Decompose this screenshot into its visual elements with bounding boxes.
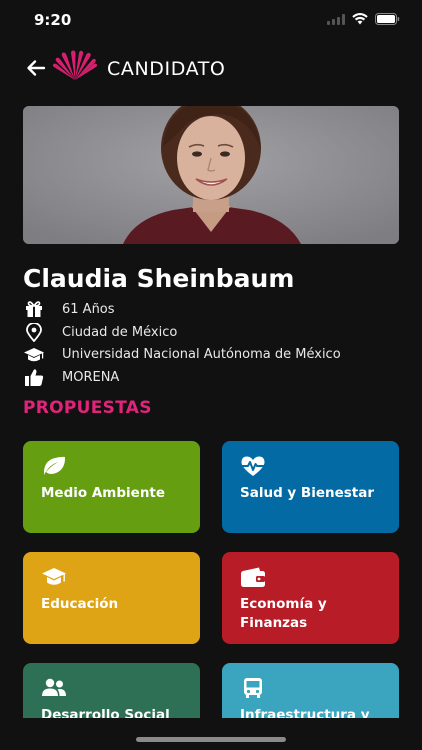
page-title: CANDIDATO (107, 58, 226, 80)
heartbeat-icon (241, 456, 265, 476)
proposal-card-economia[interactable]: Economía y Finanzas (222, 552, 399, 644)
shell-logo (52, 50, 98, 80)
thumbs-up-icon (23, 367, 45, 387)
info-text-education: Universidad Nacional Autónoma de México (62, 347, 341, 363)
users-icon (42, 678, 66, 696)
info-text-age: 61 Años (62, 301, 115, 317)
info-text-location: Ciudad de México (62, 324, 178, 340)
info-row-party: MORENA (23, 366, 403, 389)
leaf-icon (43, 456, 66, 475)
proposal-card-medio-ambiente[interactable]: Medio Ambiente (23, 441, 200, 533)
candidate-photo (23, 106, 399, 244)
info-row-age: 61 Años (23, 298, 403, 321)
header: CANDIDATO (0, 46, 422, 90)
cellular-signal-icon (327, 13, 345, 25)
proposal-label: Medio Ambiente (41, 485, 166, 501)
proposal-label: Educación (41, 596, 119, 612)
bottom-safe-area (0, 718, 422, 750)
graduation-cap-icon (23, 345, 45, 365)
info-row-education: Universidad Nacional Autónoma de México (23, 343, 403, 366)
info-row-location: Ciudad de México (23, 321, 403, 344)
proposals-title: PROPUESTAS (23, 398, 152, 418)
proposal-label: Economía y Finanzas (240, 596, 327, 631)
home-indicator[interactable] (136, 737, 286, 742)
location-pin-icon (23, 322, 45, 342)
info-text-party: MORENA (62, 369, 120, 385)
proposal-label: Salud y Bienestar (240, 485, 375, 501)
wallet-icon (241, 567, 265, 587)
candidate-name: Claudia Sheinbaum (23, 264, 295, 293)
proposal-card-educacion[interactable]: Educación (23, 552, 200, 644)
gift-icon (23, 299, 45, 319)
arrow-left-icon (27, 60, 46, 76)
battery-icon (375, 13, 400, 25)
graduation-cap-icon (42, 568, 66, 585)
wifi-icon (352, 13, 368, 25)
bus-icon (244, 678, 262, 698)
back-button[interactable] (24, 56, 48, 80)
status-icons (327, 13, 400, 25)
proposal-card-salud[interactable]: Salud y Bienestar (222, 441, 399, 533)
status-time: 9:20 (34, 11, 72, 29)
status-bar: 9:20 (0, 0, 422, 40)
candidate-info-list: 61 Años Ciudad de México Universidad Nac… (23, 298, 403, 389)
